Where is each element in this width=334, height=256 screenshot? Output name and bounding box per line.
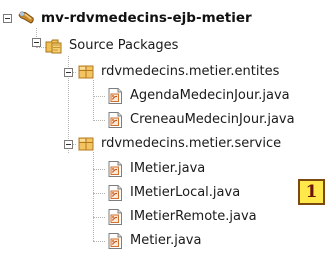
tree-item-file[interactable]: CreneauMedecinJour.java [106, 110, 295, 130]
tree-guide [93, 96, 105, 97]
java-file-icon [106, 208, 124, 226]
tree-item-package-service[interactable]: rdvmedecins.metier.service [77, 134, 281, 154]
tree-item-file[interactable]: IMetierLocal.java [106, 183, 240, 203]
java-file-icon [106, 111, 124, 129]
java-file-icon [106, 232, 124, 250]
source-packages-icon [45, 37, 63, 55]
tree-item-source-packages[interactable]: Source Packages [45, 36, 178, 56]
java-file-icon [106, 184, 124, 202]
file-label: Metier.java [130, 233, 202, 248]
project-name: mv-rdvmedecins-ejb-metier [41, 10, 252, 26]
collapse-source-packages-toggle[interactable] [32, 38, 41, 47]
java-file-icon [106, 160, 124, 178]
package-icon [77, 135, 95, 153]
tree-item-file[interactable]: Metier.java [106, 231, 201, 251]
file-label: IMetier.java [130, 161, 206, 176]
collapse-project-toggle[interactable] [3, 14, 12, 23]
file-label: CreneauMedecinJour.java [130, 112, 295, 127]
tree-guide [93, 241, 105, 242]
file-label: IMetierLocal.java [130, 185, 241, 200]
tree-item-file[interactable]: IMetier.java [106, 159, 205, 179]
maven-project-icon [17, 9, 35, 27]
file-label: AgendaMedecinJour.java [130, 88, 290, 103]
tree-item-file[interactable]: IMetierRemote.java [106, 207, 257, 227]
tree-guide [93, 152, 94, 241]
annotation-badge: 1 [298, 179, 325, 205]
java-file-icon [106, 87, 124, 105]
project-tree: mv-rdvmedecins-ejb-metier Source Package… [0, 0, 334, 256]
tree-item-package-entites[interactable]: rdvmedecins.metier.entites [77, 62, 279, 82]
tree-item-project[interactable]: mv-rdvmedecins-ejb-metier [17, 8, 252, 28]
source-packages-label: Source Packages [69, 38, 179, 53]
collapse-package-entites-toggle[interactable] [64, 68, 73, 77]
tree-guide [93, 169, 105, 170]
file-label: IMetierRemote.java [130, 209, 257, 224]
package-label: rdvmedecins.metier.entites [101, 64, 280, 79]
tree-guide [93, 217, 105, 218]
package-label: rdvmedecins.metier.service [101, 136, 282, 151]
tree-guide [93, 80, 94, 121]
tree-item-file[interactable]: AgendaMedecinJour.java [106, 86, 290, 106]
collapse-package-service-toggle[interactable] [64, 140, 73, 149]
package-icon [77, 63, 95, 81]
tree-guide [93, 120, 105, 121]
tree-guide [93, 193, 105, 194]
